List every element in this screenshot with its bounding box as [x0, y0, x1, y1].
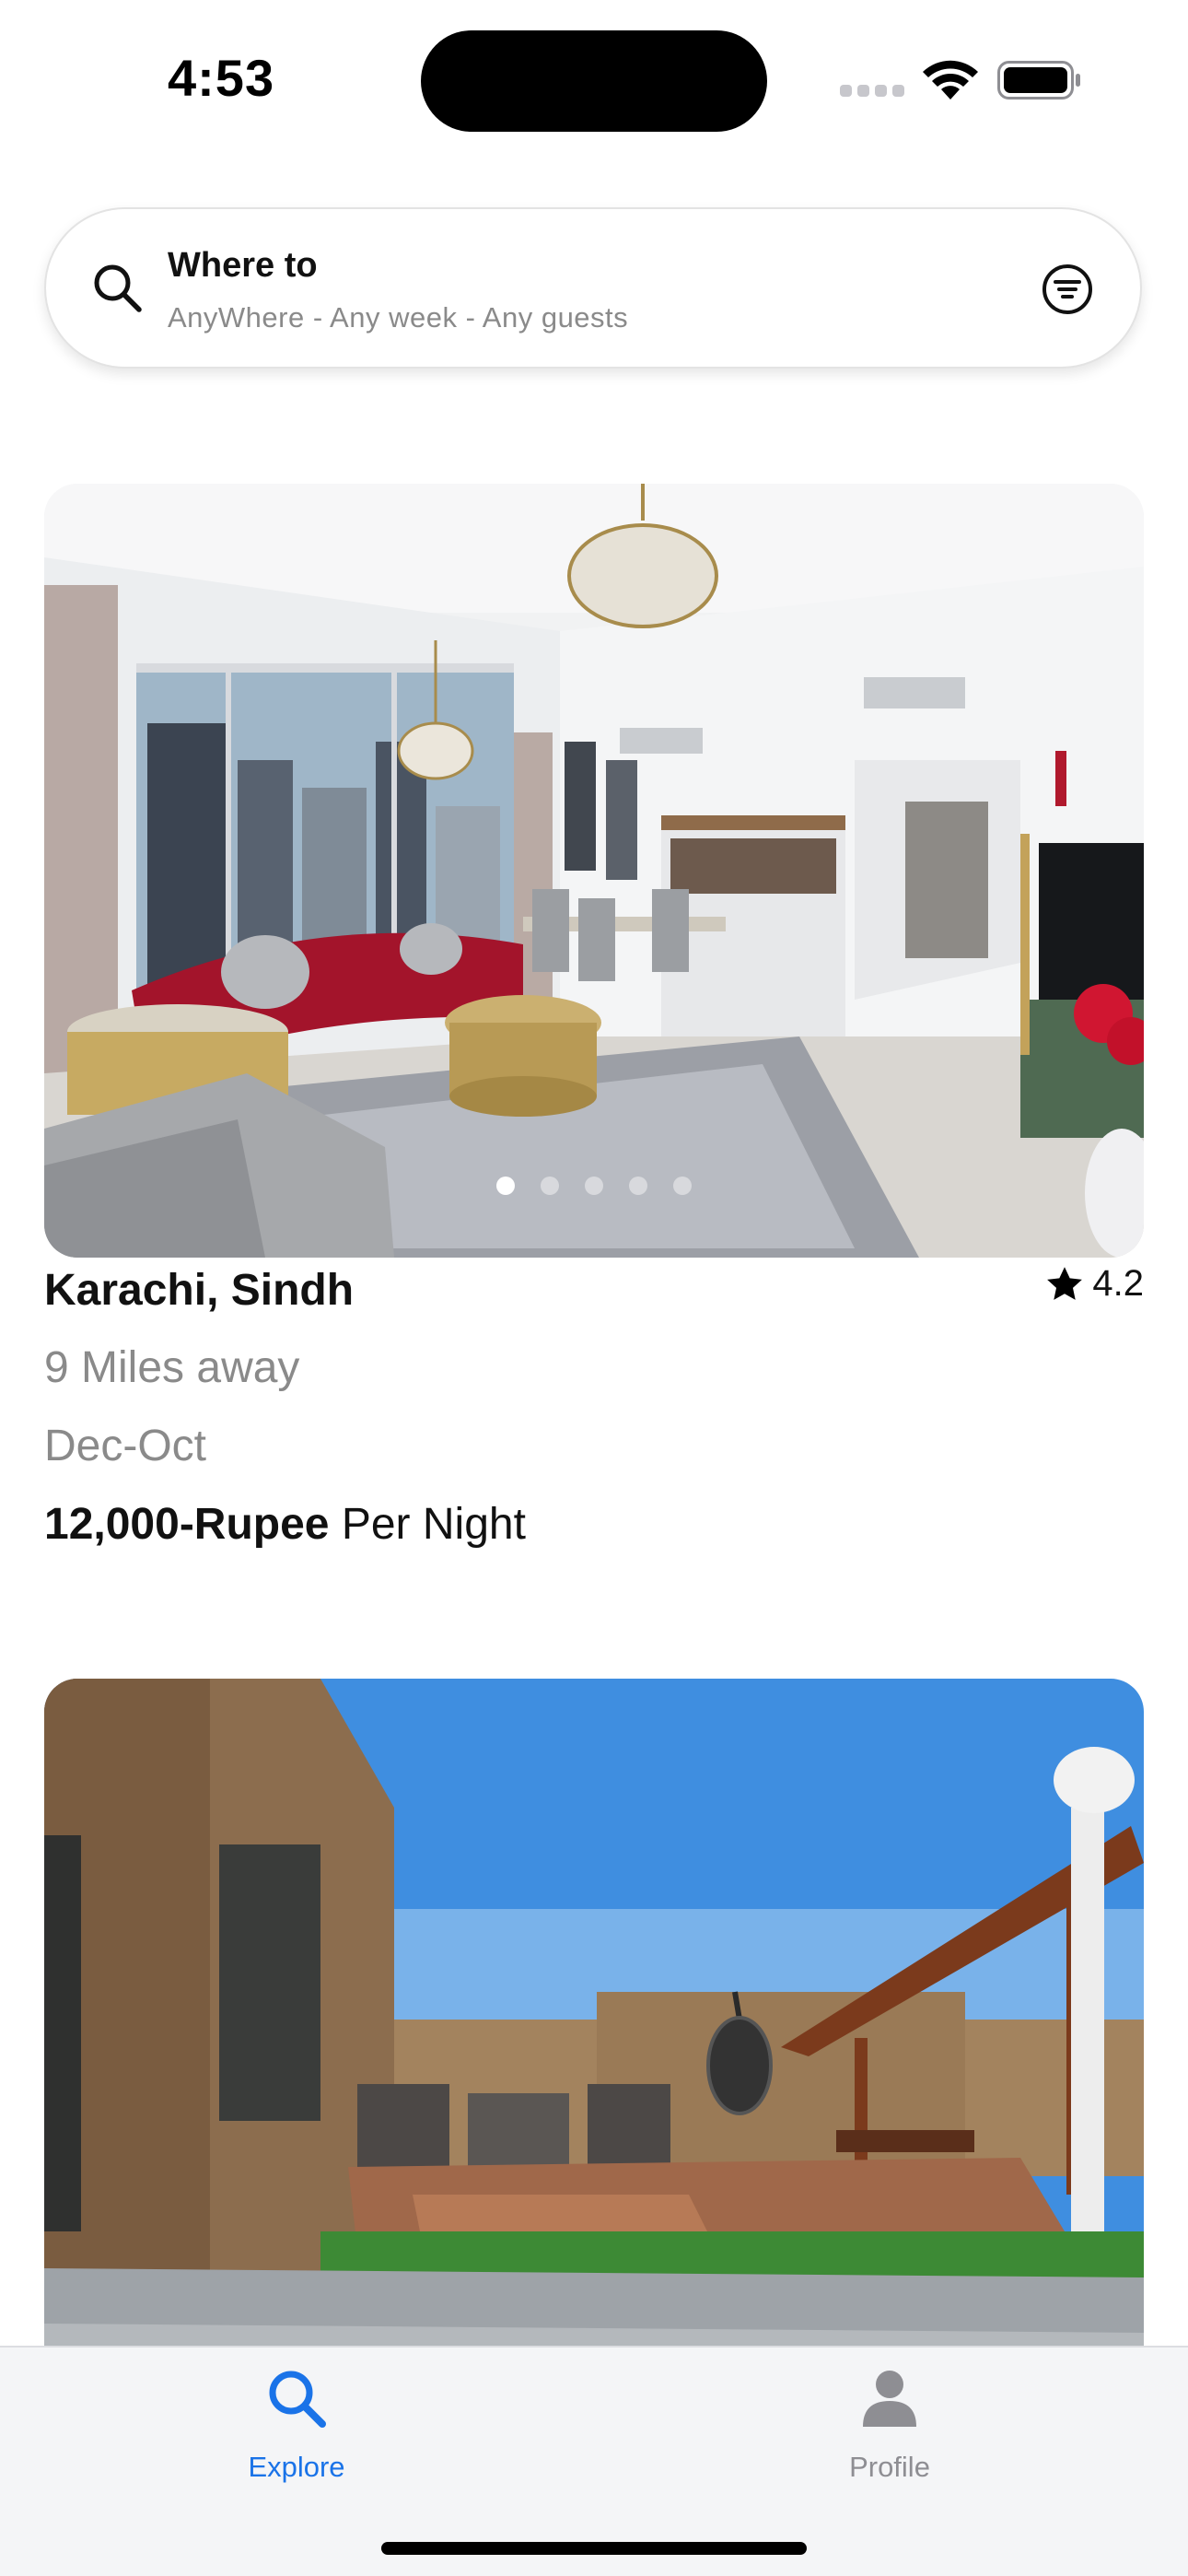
page-dot — [496, 1177, 515, 1195]
listing-rating: 4.2 — [1044, 1263, 1144, 1305]
wifi-icon — [923, 60, 978, 100]
price-unit: Per Night — [329, 1500, 526, 1549]
tab-label: Profile — [849, 2451, 930, 2483]
page-dot — [541, 1177, 559, 1195]
tab-profile[interactable]: Profile — [751, 2348, 1028, 2523]
status-time: 4:53 — [168, 49, 275, 107]
search-title: Where to — [168, 246, 318, 285]
cellular-signal-icon — [840, 85, 904, 98]
search-bar[interactable]: Where to AnyWhere - Any week - Any guest… — [44, 207, 1142, 369]
filter-icon[interactable] — [1041, 263, 1094, 316]
battery-icon — [997, 61, 1080, 100]
page-dot — [585, 1177, 603, 1195]
home-indicator — [381, 2542, 807, 2555]
price-amount: 12,000-Rupee — [44, 1500, 330, 1549]
listing-photo[interactable] — [44, 1679, 1144, 2379]
search-icon — [269, 2371, 326, 2428]
photo-page-indicator — [44, 1177, 1144, 1199]
search-icon — [94, 264, 142, 312]
tab-label: Explore — [248, 2451, 345, 2483]
status-bar: 4:53 — [0, 0, 1188, 147]
tab-explore[interactable]: Explore — [158, 2348, 435, 2523]
listing-price: 12,000-Rupee Per Night — [44, 1499, 526, 1550]
listing-location: Karachi, Sindh — [44, 1266, 355, 1315]
rating-value: 4.2 — [1092, 1263, 1144, 1304]
listing-card[interactable]: Karachi, Sindh 4.2 9 Miles away Dec-Oct … — [44, 484, 1144, 1589]
dynamic-island — [421, 30, 767, 132]
explore-screen: 4:53 Where to AnyWhere - Any week - Any … — [0, 0, 1188, 2576]
listing-distance: 9 Miles away — [44, 1343, 300, 1392]
rooftop-terrace-photo — [44, 1679, 1144, 2379]
listing-card[interactable] — [44, 1679, 1144, 2379]
person-icon — [863, 2371, 916, 2427]
star-icon — [1047, 1266, 1083, 1300]
search-subtitle: AnyWhere - Any week - Any guests — [168, 301, 629, 334]
listing-dates: Dec-Oct — [44, 1422, 207, 1470]
page-dot — [629, 1177, 647, 1195]
listing-photo[interactable] — [44, 484, 1144, 1258]
page-dot — [673, 1177, 692, 1195]
living-room-photo — [44, 484, 1144, 1258]
